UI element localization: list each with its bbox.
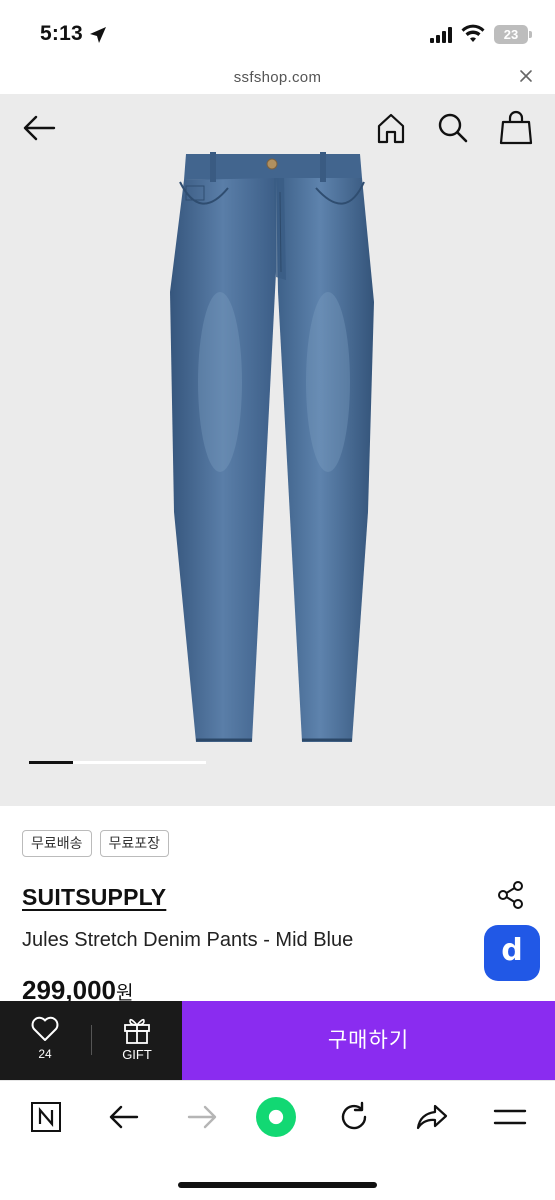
- naver-n-icon: [31, 1102, 61, 1132]
- gift-label: GIFT: [122, 1047, 152, 1062]
- free-wrapping-tag: 무료포장: [99, 830, 170, 857]
- refresh-button[interactable]: [334, 1097, 374, 1137]
- purchase-bar-actions: 24 GIFT: [0, 1001, 182, 1080]
- cellular-signal-icon: [430, 27, 452, 43]
- naver-home-button[interactable]: [26, 1097, 66, 1137]
- gift-icon: [124, 1018, 150, 1044]
- shipping-tags: 무료배송 무료포장: [22, 830, 170, 857]
- slide-indicator-active: [29, 761, 74, 764]
- status-bar: 5:13 23: [0, 0, 555, 64]
- buy-button[interactable]: 구매하기: [182, 1001, 555, 1080]
- divider: [91, 1025, 92, 1055]
- product-image-jeans: [170, 152, 374, 742]
- url-text[interactable]: ssfshop.com: [0, 69, 555, 86]
- wifi-icon: [461, 24, 485, 42]
- search-icon[interactable]: [434, 110, 472, 146]
- home-indicator: [178, 1182, 377, 1188]
- menu-icon: [493, 1109, 527, 1125]
- green-dot-button[interactable]: [256, 1097, 296, 1137]
- refresh-icon: [341, 1101, 367, 1130]
- browser-forward-button[interactable]: [182, 1097, 222, 1137]
- free-shipping-tag: 무료배송: [22, 830, 92, 857]
- battery-tip: [529, 31, 532, 38]
- slide-indicator: [29, 761, 206, 764]
- menu-button[interactable]: [490, 1097, 530, 1137]
- brand-link[interactable]: SUITSUPPLY: [22, 884, 166, 911]
- gift-button[interactable]: GIFT: [110, 1015, 164, 1069]
- product-image-gallery[interactable]: [0, 94, 555, 806]
- product-name: Jules Stretch Denim Pants - Mid Blue: [22, 929, 354, 951]
- like-button[interactable]: 24: [18, 1015, 72, 1069]
- app-badge-button[interactable]: d: [484, 925, 540, 981]
- arrow-left-icon: [109, 1105, 139, 1129]
- browser-back-button[interactable]: [104, 1097, 144, 1137]
- share-page-button[interactable]: [412, 1097, 452, 1137]
- status-time: 5:13: [40, 22, 83, 45]
- arrow-right-icon: [187, 1105, 217, 1129]
- like-count: 24: [38, 1047, 52, 1061]
- share-icon[interactable]: [496, 880, 526, 910]
- share-arrow-icon: [416, 1104, 448, 1130]
- green-dot-icon: [256, 1097, 296, 1137]
- purchase-bar: 24 GIFT 구매하기: [0, 1001, 555, 1080]
- close-icon[interactable]: [519, 69, 533, 83]
- back-arrow-icon[interactable]: [20, 112, 60, 144]
- battery-indicator: 23: [494, 25, 528, 44]
- shopping-bag-icon[interactable]: [497, 108, 535, 146]
- browser-toolbar: [0, 1080, 555, 1200]
- home-icon[interactable]: [372, 110, 410, 146]
- location-arrow-icon: [90, 27, 106, 43]
- url-bar[interactable]: ssfshop.com: [0, 64, 555, 94]
- heart-icon: [31, 1016, 59, 1041]
